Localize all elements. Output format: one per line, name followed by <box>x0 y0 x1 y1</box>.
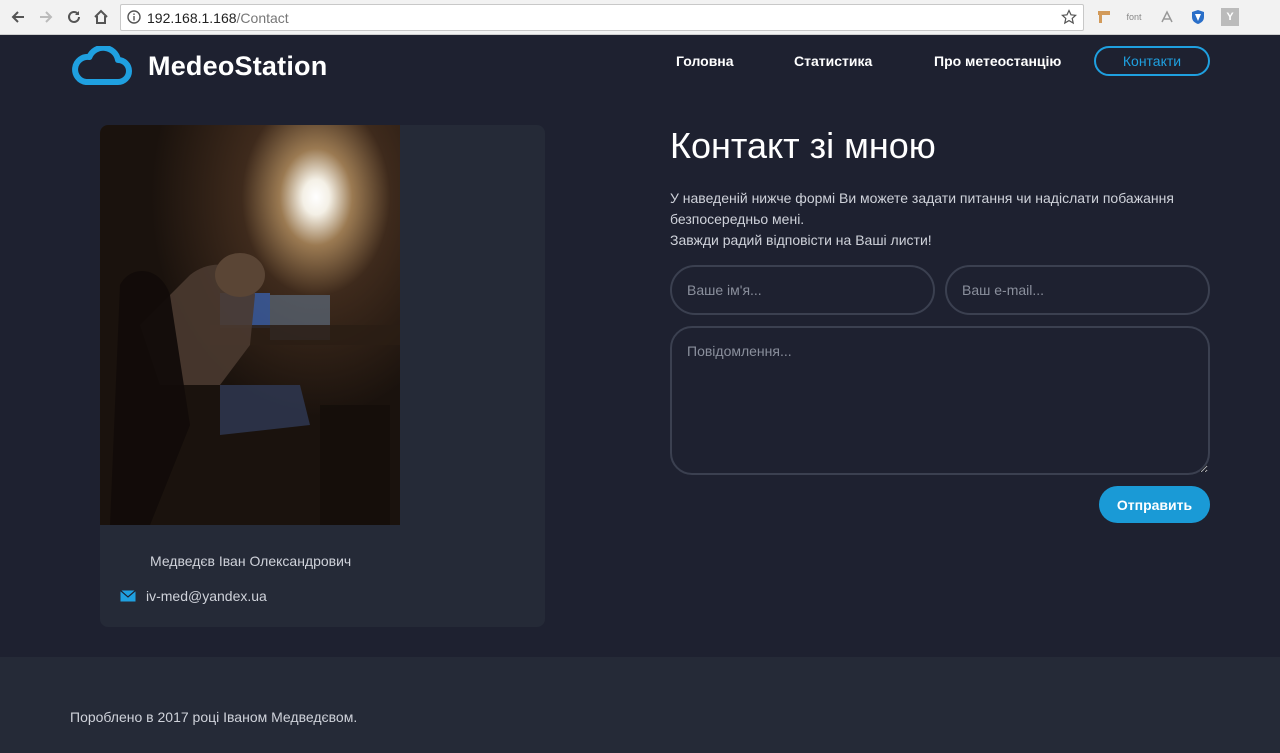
logo-text: MedeoStation <box>148 50 328 81</box>
reload-icon <box>68 10 80 23</box>
profile-card: Медведєв Іван Олександрович iv-med@yande… <box>100 125 545 627</box>
bookmark-star-icon[interactable] <box>1061 9 1077 30</box>
address-bar[interactable]: 192.168.1.168/Contact <box>120 4 1084 31</box>
email-input[interactable] <box>945 265 1210 315</box>
nav-home[interactable]: Головна <box>676 53 734 69</box>
footer-text: Пороблено в 2017 році Іваном Медведєвом. <box>70 709 358 725</box>
nav-about[interactable]: Про метеостанцію <box>934 53 1061 69</box>
reload-button[interactable] <box>63 6 85 28</box>
info-icon[interactable] <box>127 10 141 29</box>
back-button[interactable] <box>7 6 29 28</box>
extension-pdf-icon[interactable] <box>1158 8 1176 26</box>
nav-statistics[interactable]: Статистика <box>794 53 872 69</box>
url-host: 192.168.1.168 <box>147 10 237 26</box>
site-logo[interactable]: MedeoStation <box>70 46 327 86</box>
forward-button[interactable] <box>35 6 57 28</box>
nav-contacts[interactable]: Контакти <box>1094 46 1210 76</box>
profile-photo <box>100 125 400 525</box>
extension-shield-icon[interactable] <box>1189 8 1207 26</box>
form-description-line1: У наведеній нижче формі Ви можете задати… <box>670 190 1174 227</box>
form-description: У наведеній нижче формі Ви можете задати… <box>670 188 1210 251</box>
send-button[interactable]: Отправить <box>1099 486 1210 523</box>
extension-tag-icon[interactable] <box>1095 8 1113 26</box>
cloud-logo-icon <box>72 46 132 85</box>
name-input[interactable] <box>670 265 935 315</box>
home-icon <box>94 9 108 24</box>
email-text[interactable]: iv-med@yandex.ua <box>146 588 267 604</box>
form-description-line2: Завжди радий відповісти на Ваші листи! <box>670 232 932 248</box>
email-row: iv-med@yandex.ua <box>120 588 267 604</box>
url-path: /Contact <box>236 10 289 26</box>
page-title: Контакт зі мною <box>670 125 936 166</box>
envelope-icon <box>120 590 136 602</box>
arrow-left-icon <box>11 11 24 23</box>
person-name: Медведєв Іван Олександрович <box>150 553 352 569</box>
browser-toolbar: 192.168.1.168/Contact font Y <box>0 0 1280 35</box>
extension-y-icon[interactable]: Y <box>1221 8 1239 26</box>
arrow-right-icon <box>40 11 53 23</box>
message-textarea[interactable] <box>670 326 1210 475</box>
site-header: MedeoStation Головна Статистика Про мете… <box>0 36 1280 96</box>
home-button[interactable] <box>90 6 112 28</box>
extension-font-icon[interactable]: font <box>1125 8 1143 26</box>
url-text: 192.168.1.168/Contact <box>147 10 289 26</box>
site-footer: Пороблено в 2017 році Іваном Медведєвом. <box>0 657 1280 753</box>
